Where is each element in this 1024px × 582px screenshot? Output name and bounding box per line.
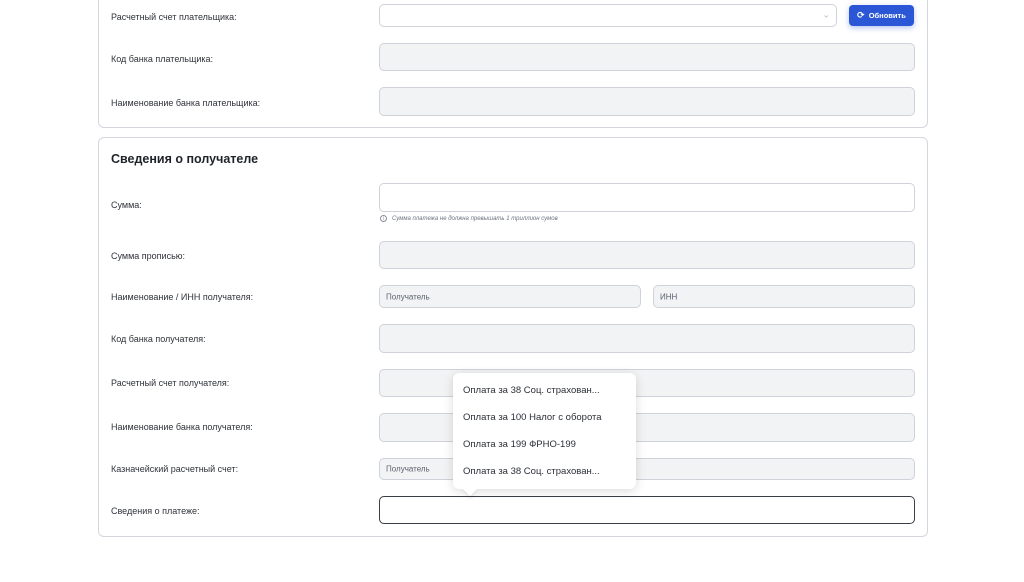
suggestion-item[interactable]: Оплата за 199 ФРНО-199 <box>453 431 636 458</box>
treasury-account-placeholder: Получатель <box>386 464 430 474</box>
amount-label: Сумма: <box>111 200 142 210</box>
payment-info-label: Сведения о платеже: <box>111 506 200 516</box>
amount-input[interactable] <box>379 183 915 212</box>
recipient-inn-placeholder: ИНН <box>660 292 678 301</box>
amount-hint: i Сумма платежа не должна превышать 1 тр… <box>380 215 558 222</box>
payment-info-suggestions: Оплата за 38 Соц. страхован... Оплата за… <box>453 373 636 497</box>
recipient-bank-name-label: Наименование банка получателя: <box>111 422 253 432</box>
name-inn-label: Наименование / ИНН получателя: <box>111 292 254 302</box>
amount-hint-text: Сумма платежа не должна превышать 1 трил… <box>392 215 558 222</box>
payer-bank-code-field[interactable] <box>379 43 915 71</box>
suggestion-item[interactable]: Оплата за 38 Соц. страхован... <box>453 377 636 404</box>
recipient-name-field[interactable]: Получатель <box>379 285 641 308</box>
suggestion-item[interactable]: Оплата за 100 Налог с оборота <box>453 404 636 431</box>
suggestion-item[interactable]: Оплата за 38 Соц. страхован... <box>453 458 636 485</box>
refresh-button-label: Обновить <box>868 11 906 20</box>
info-icon: i <box>380 215 387 222</box>
recipient-bank-code-field[interactable] <box>379 324 915 353</box>
treasury-account-label: Казначейский расчетный счет: <box>111 464 239 474</box>
payer-bank-name-field[interactable] <box>379 87 915 116</box>
refresh-button[interactable]: ⟳ Обновить <box>849 5 914 26</box>
recipient-section-title: Сведения о получателе <box>111 152 259 166</box>
payer-account-label: Расчетный счет плательщика: <box>111 12 237 22</box>
refresh-icon: ⟳ <box>857 10 865 20</box>
payer-bank-name-label: Наименование банка плательщика: <box>111 98 261 108</box>
recipient-inn-field[interactable]: ИНН <box>653 285 915 308</box>
payer-bank-code-label: Код банка плательщика: <box>111 54 214 64</box>
amount-words-label: Сумма прописью: <box>111 251 186 261</box>
payer-account-select[interactable]: ⌄ <box>379 4 837 27</box>
recipient-name-placeholder: Получатель <box>386 292 430 301</box>
chevron-down-icon: ⌄ <box>822 8 830 19</box>
recipient-account-label: Расчетный счет получателя: <box>111 378 230 388</box>
recipient-bank-code-label: Код банка получателя: <box>111 334 206 344</box>
amount-words-field[interactable] <box>379 241 915 269</box>
payment-info-input[interactable] <box>379 496 915 524</box>
